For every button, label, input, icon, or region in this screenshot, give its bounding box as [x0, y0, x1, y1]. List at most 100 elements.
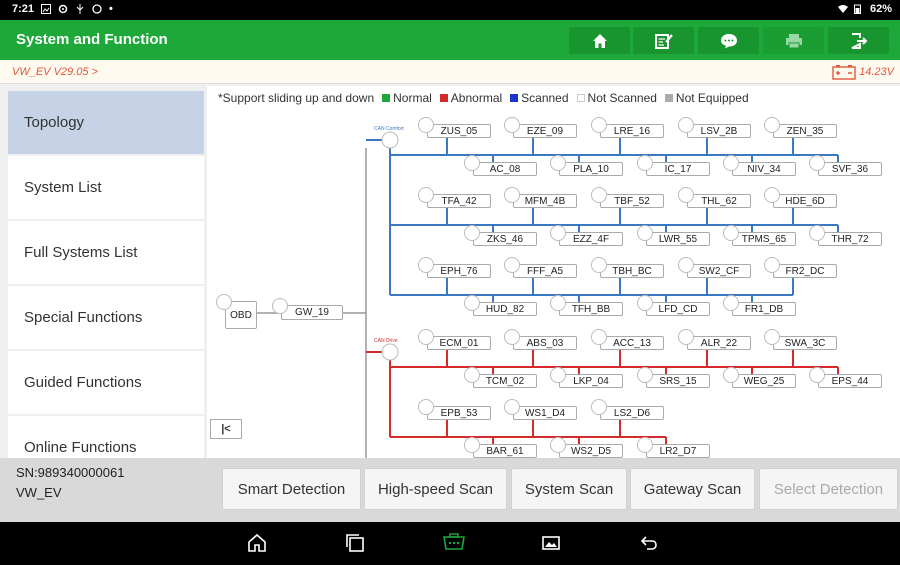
module-label: LR2_D7	[659, 445, 697, 457]
module-node-tpms-65[interactable]: TPMS_65	[723, 225, 796, 246]
module-node-eps-44[interactable]: EPS_44	[809, 367, 882, 388]
module-node-zen-35[interactable]: ZEN_35	[764, 117, 837, 138]
high-speed-scan-button[interactable]: High-speed Scan	[364, 468, 507, 510]
module-node-thl-62[interactable]: THL_62	[678, 187, 751, 208]
menu-item-topology[interactable]: Topology	[8, 91, 204, 154]
select-detection-button[interactable]: Select Detection	[759, 468, 898, 510]
module-status-indicator	[678, 187, 694, 203]
module-node-alr-22[interactable]: ALR_22	[678, 329, 751, 350]
module-status-indicator	[678, 329, 694, 345]
system-scan-button[interactable]: System Scan	[511, 468, 627, 510]
menu-item-special-functions[interactable]: Special Functions	[8, 286, 204, 349]
module-node-weg-25[interactable]: WEG_25	[723, 367, 796, 388]
module-status-indicator	[591, 329, 607, 345]
module-label: ECM_01	[439, 337, 479, 349]
module-node-ls2-d6[interactable]: LS2_D6	[591, 399, 664, 420]
exit-button[interactable]	[828, 27, 889, 54]
nav-screenshot-button[interactable]	[540, 532, 562, 554]
module-node-bar-61[interactable]: BAR_61	[464, 437, 537, 458]
module-label: LKP_04	[573, 375, 609, 387]
module-node-thr-72[interactable]: THR_72	[809, 225, 882, 246]
module-label: LFD_CD	[658, 303, 698, 315]
module-node-ecm-01[interactable]: ECM_01	[418, 329, 491, 350]
module-node-tcm-02[interactable]: TCM_02	[464, 367, 537, 388]
print-button[interactable]	[763, 27, 824, 54]
menu-item-full-systems-list[interactable]: Full Systems List	[8, 221, 204, 284]
module-node-svf-36[interactable]: SVF_36	[809, 155, 882, 176]
module-status-indicator	[764, 117, 780, 133]
module-node-abs-03[interactable]: ABS_03	[504, 329, 577, 350]
module-node-lwr-55[interactable]: LWR_55	[637, 225, 710, 246]
smart-detection-button[interactable]: Smart Detection	[222, 468, 361, 510]
module-node-srs-15[interactable]: SRS_15	[637, 367, 710, 388]
module-label: TFH_BB	[571, 303, 611, 315]
module-node-acc-13[interactable]: ACC_13	[591, 329, 664, 350]
nav-back-button[interactable]	[638, 532, 660, 554]
home-button[interactable]	[569, 27, 630, 54]
module-node-tbh-bc[interactable]: TBH_BC	[591, 257, 664, 278]
module-node-sw2-cf[interactable]: SW2_CF	[678, 257, 751, 278]
module-node-tfa-42[interactable]: TFA_42	[418, 187, 491, 208]
side-menu: Topology System List Full Systems List S…	[8, 91, 204, 458]
module-node-fr2-dc[interactable]: FR2_DC	[764, 257, 837, 278]
nav-recents-button[interactable]	[344, 532, 366, 554]
module-label: EPH_76	[440, 265, 478, 277]
nav-home-button[interactable]	[246, 532, 268, 554]
module-status-indicator	[809, 367, 825, 383]
gateway-scan-button[interactable]: Gateway Scan	[630, 468, 755, 510]
module-node-epb-53[interactable]: EPB_53	[418, 399, 491, 420]
bus-circle-can-comfort[interactable]	[381, 131, 399, 149]
module-node-tfh-bb[interactable]: TFH_BB	[550, 295, 623, 316]
module-node-fff-a5[interactable]: FFF_A5	[504, 257, 577, 278]
screenshot-icon	[542, 536, 560, 550]
module-node-swa-3c[interactable]: SWA_3C	[764, 329, 837, 350]
module-label: AC_08	[489, 163, 521, 175]
module-node-gw-19[interactable]: GW_19	[272, 298, 343, 320]
module-node-ws2-d5[interactable]: WS2_D5	[550, 437, 623, 458]
module-node-hud-82[interactable]: HUD_82	[464, 295, 537, 316]
bus-circle-can-drive[interactable]	[381, 343, 399, 361]
bus-label-can-drive: CAN Drive	[374, 338, 398, 344]
module-node-mfm-4b[interactable]: MFM_4B	[504, 187, 577, 208]
module-node-pla-10[interactable]: PLA_10	[550, 155, 623, 176]
module-node-tbf-52[interactable]: TBF_52	[591, 187, 664, 208]
module-label: EPB_53	[440, 407, 478, 419]
software-version-link[interactable]: VW_EV V29.05 >	[12, 66, 98, 78]
module-status-indicator	[464, 295, 480, 311]
module-node-lsv-2b[interactable]: LSV_2B	[678, 117, 751, 138]
menu-item-system-list[interactable]: System List	[8, 156, 204, 219]
module-label: FR1_DB	[744, 303, 784, 315]
module-node-eph-76[interactable]: EPH_76	[418, 257, 491, 278]
module-label: EZZ_4F	[572, 233, 610, 245]
module-node-eze-09[interactable]: EZE_09	[504, 117, 577, 138]
report-button[interactable]	[633, 27, 694, 54]
menu-item-guided-functions[interactable]: Guided Functions	[8, 351, 204, 414]
module-node-lr2-d7[interactable]: LR2_D7	[637, 437, 710, 458]
menu-item-online-functions[interactable]: Online Functions	[8, 416, 204, 458]
module-node-hde-6d[interactable]: HDE_6D	[764, 187, 837, 208]
home-icon	[592, 33, 607, 48]
module-status-indicator	[591, 257, 607, 273]
module-node-zks-46[interactable]: ZKS_46	[464, 225, 537, 246]
feedback-button[interactable]	[698, 27, 759, 54]
module-node-ezz-4f[interactable]: EZZ_4F	[550, 225, 623, 246]
module-label: WS2_D5	[570, 445, 611, 457]
module-node-ac-08[interactable]: AC_08	[464, 155, 537, 176]
module-node-ws1-d4[interactable]: WS1_D4	[504, 399, 577, 420]
module-node-lfd-cd[interactable]: LFD_CD	[637, 295, 710, 316]
collapse-menu-button[interactable]: |<	[210, 419, 242, 439]
module-node-lre-16[interactable]: LRE_16	[591, 117, 664, 138]
recents-icon	[346, 534, 364, 552]
module-node-ic-17[interactable]: IC_17	[637, 155, 710, 176]
nav-vci-button[interactable]	[441, 532, 467, 554]
status-bar: 7:21 • 62%	[0, 0, 900, 20]
module-node-zus-05[interactable]: ZUS_05	[418, 117, 491, 138]
module-node-lkp-04[interactable]: LKP_04	[550, 367, 623, 388]
module-node-fr1-db[interactable]: FR1_DB	[723, 295, 796, 316]
module-label: EZE_09	[526, 125, 564, 137]
voltage-value: 14.23V	[859, 66, 894, 78]
module-label: ZUS_05	[440, 125, 478, 137]
module-node-niv-34[interactable]: NIV_34	[723, 155, 796, 176]
module-node-obd[interactable]: OBD	[216, 294, 257, 329]
topology-canvas[interactable]: *Support sliding up and down Normal Abno…	[207, 86, 900, 458]
